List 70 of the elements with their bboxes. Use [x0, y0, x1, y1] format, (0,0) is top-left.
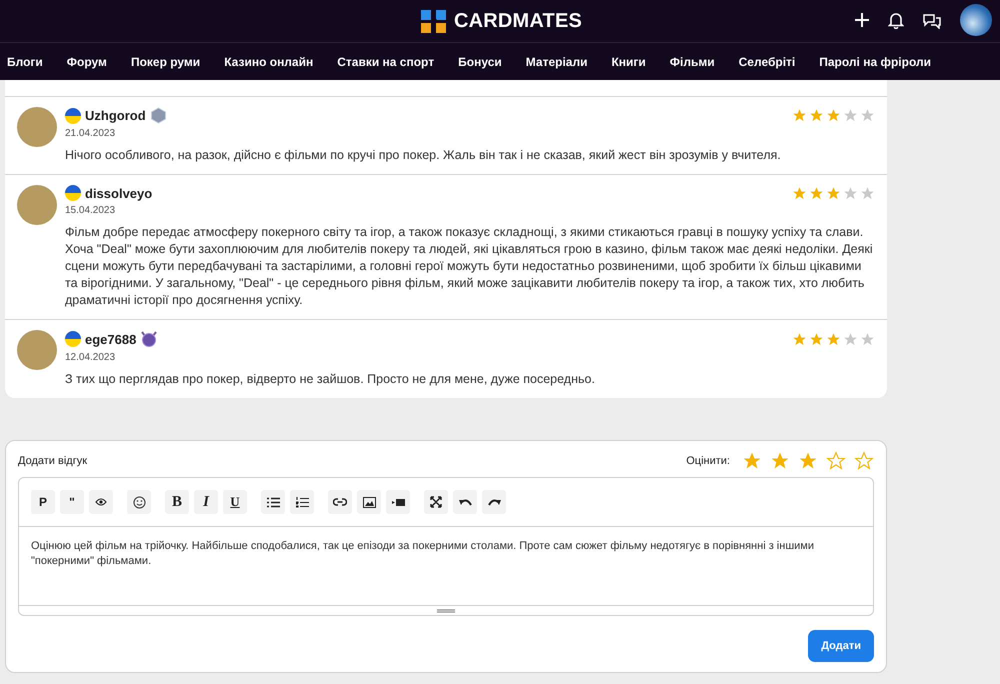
- rating-input[interactable]: [742, 451, 874, 471]
- avatar: [17, 330, 57, 370]
- review-text: Фільм добре передає атмосферу покерного світу та ігор, а також показує складнощі, з якими стикаються гравці в пошуку успіху та слави. Хоча "Deal" може бути захоплюючим для любителів покеру та людей, які цікавляться грою в казино, фільм також має деякі недоліки. Деякі сцени можуть бути передбачувані та застарілими, а головні герої можуть бути недостатньо розвиненими, щоб зробити їх більш цікавими та вірогідними. У загальному, "Deal" - це середнього рівня фільм, який може зацікавити любителів покеру та ігор, а також тих, хто любить драматичні історії про досягнення успіху.: [65, 224, 874, 309]
- username[interactable]: dissolveyo: [85, 186, 152, 200]
- format-button[interactable]: P: [31, 490, 55, 514]
- submit-button[interactable]: Додати: [808, 630, 874, 662]
- username[interactable]: ege7688: [85, 332, 136, 346]
- nav-link[interactable]: Фільми: [670, 54, 715, 68]
- numbered-list-icon: [296, 496, 308, 508]
- bell-icon[interactable]: [888, 11, 904, 29]
- text-editor[interactable]: P " B I U Оцінюю цей фільм на трійочку. Найбільше сподобалися, так це епізоди за покерними столами. Проте сам сюжет фільму недотягує в порівнянні з іншими "покерними" фільмами.: [18, 477, 874, 616]
- chat-icon[interactable]: [922, 12, 942, 28]
- link-icon: [333, 498, 347, 506]
- flag-icon: [65, 331, 81, 347]
- filled-star-icon[interactable]: [742, 451, 762, 471]
- emblem-badge-icon: [140, 330, 158, 348]
- bullet-list-button[interactable]: [261, 490, 285, 514]
- avatar: [17, 107, 57, 147]
- smiley-icon: [132, 496, 146, 508]
- review-text: Нічого особливого, на разок, дійсно є фільми по кручі про покер. Жаль він так і не сказав, який жест він зрозумів у вчителя.: [65, 147, 782, 164]
- flag-icon: [65, 108, 81, 124]
- video-button[interactable]: [386, 490, 410, 514]
- nav-link[interactable]: Казино онлайн: [224, 54, 314, 68]
- format-button[interactable]: B: [165, 490, 189, 514]
- link-button[interactable]: [328, 490, 352, 514]
- username[interactable]: Uzhgorod: [85, 108, 146, 123]
- form-title: Додати відгук: [18, 455, 88, 467]
- nav-link[interactable]: Покер руми: [130, 54, 200, 68]
- review-date: 15.04.2023: [65, 205, 116, 216]
- nav-link[interactable]: Паролі на фріроли: [819, 54, 931, 68]
- nav-link[interactable]: Селебріті: [738, 54, 796, 68]
- filled-star-icon[interactable]: [770, 451, 790, 471]
- redo-icon: [488, 498, 500, 506]
- review-text: З тих що перглядав про покер, відверто не зайшов. Просто не для мене, дуже посередньо.: [65, 371, 596, 388]
- filled-star-icon[interactable]: [798, 451, 818, 471]
- empty-star-icon[interactable]: [854, 451, 874, 471]
- format-button[interactable]: U: [223, 490, 247, 514]
- rating-label: Оцінити:: [686, 455, 730, 467]
- eye-icon: [95, 498, 107, 506]
- image-button[interactable]: [357, 490, 381, 514]
- nav-link[interactable]: Форум: [66, 54, 107, 68]
- review-text-input[interactable]: Оцінюю цей фільм на трійочку. Найбільше сподобалися, так це епізоди за покерними столами. Проте сам сюжет фільму недотягує в порівнянні з іншими "покерними" фільмами.: [19, 527, 873, 605]
- empty-star-icon[interactable]: [826, 451, 846, 471]
- review-date: 12.04.2023: [65, 352, 116, 363]
- resize-handle-icon[interactable]: [437, 609, 455, 613]
- format-button[interactable]: ": [60, 490, 84, 514]
- shield-badge-icon: [150, 107, 167, 124]
- nav-link[interactable]: Матеріали: [526, 54, 588, 68]
- plus-icon[interactable]: [854, 12, 870, 28]
- nav-link[interactable]: Книги: [611, 54, 646, 68]
- flag-icon: [65, 185, 81, 201]
- nav-link[interactable]: Бонуси: [458, 54, 502, 68]
- avatar: [17, 185, 57, 225]
- format-button[interactable]: I: [194, 490, 218, 514]
- video-icon: [392, 498, 404, 506]
- undo-button[interactable]: [453, 490, 477, 514]
- fullscreen-icon: [430, 496, 442, 508]
- redo-button[interactable]: [482, 490, 506, 514]
- image-icon: [362, 496, 376, 508]
- emoji-button[interactable]: [127, 490, 151, 514]
- nav-link[interactable]: Ставки на спорт: [337, 54, 434, 68]
- preview-button[interactable]: [89, 490, 113, 514]
- fullscreen-button[interactable]: [424, 490, 448, 514]
- numbered-list-button[interactable]: [290, 490, 314, 514]
- review-date: 21.04.2023: [65, 128, 116, 139]
- undo-icon: [458, 498, 472, 506]
- nav-link[interactable]: Блоги: [7, 54, 43, 68]
- user-avatar[interactable]: [960, 4, 992, 36]
- brand-name[interactable]: CARDMATES: [454, 10, 582, 32]
- bullet-list-icon: [266, 496, 280, 508]
